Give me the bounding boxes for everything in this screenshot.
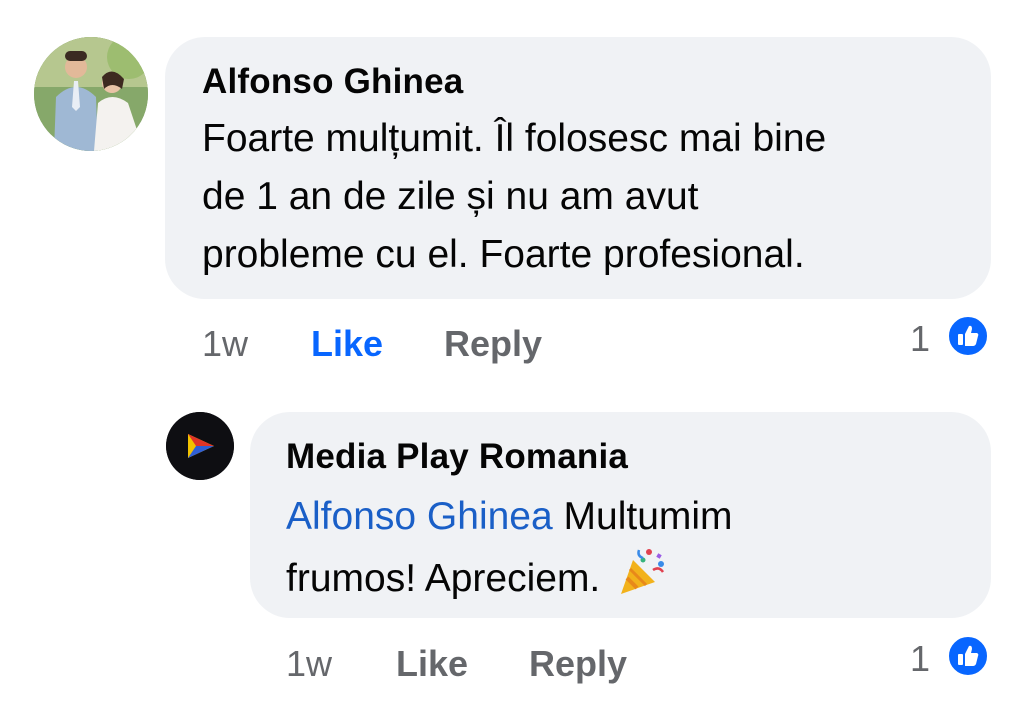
avatar-alfonso-ghinea[interactable] bbox=[34, 37, 148, 151]
comment-text-line: Foarte mulțumit. Îl folosesc mai bine bbox=[202, 117, 827, 160]
comment-like-button[interactable]: Like bbox=[311, 323, 383, 365]
reply-like-button[interactable]: Like bbox=[396, 643, 468, 685]
comment-reaction-count[interactable]: 1 bbox=[910, 318, 930, 360]
comment-text-line: probleme cu el. Foarte profesional. bbox=[202, 233, 805, 276]
comment-author-name[interactable]: Alfonso Ghinea bbox=[202, 62, 463, 102]
media-play-logo-icon bbox=[166, 412, 234, 480]
comment-reply-button[interactable]: Reply bbox=[444, 323, 542, 365]
reply-text-line: Alfonso Ghinea Multumim bbox=[286, 488, 966, 546]
mention-link[interactable]: Alfonso Ghinea bbox=[286, 495, 553, 538]
reply-reply-button[interactable]: Reply bbox=[529, 643, 627, 685]
reply-text-line: frumos! Apreciem. bbox=[286, 546, 966, 615]
reply-text-fragment: frumos! Apreciem. bbox=[286, 556, 601, 600]
comment-text-line: de 1 an de zile și nu am avut bbox=[202, 175, 699, 218]
reply-text: Alfonso Ghinea Multumim frumos! Apreciem… bbox=[286, 488, 966, 615]
reply-timestamp[interactable]: 1w bbox=[286, 643, 332, 685]
reply-text-fragment: Multumim bbox=[552, 495, 733, 538]
profile-photo bbox=[34, 37, 148, 151]
like-thumb-icon[interactable] bbox=[946, 634, 990, 678]
reply-reaction-count[interactable]: 1 bbox=[910, 638, 930, 680]
avatar-media-play-romania[interactable] bbox=[166, 412, 234, 480]
like-thumb-icon[interactable] bbox=[946, 314, 990, 358]
comment-text: Foarte mulțumit. Îl folosesc mai bine de… bbox=[202, 110, 972, 284]
reply-author-name[interactable]: Media Play Romania bbox=[286, 437, 628, 477]
comment-timestamp[interactable]: 1w bbox=[202, 323, 248, 365]
party-popper-icon bbox=[617, 546, 669, 615]
